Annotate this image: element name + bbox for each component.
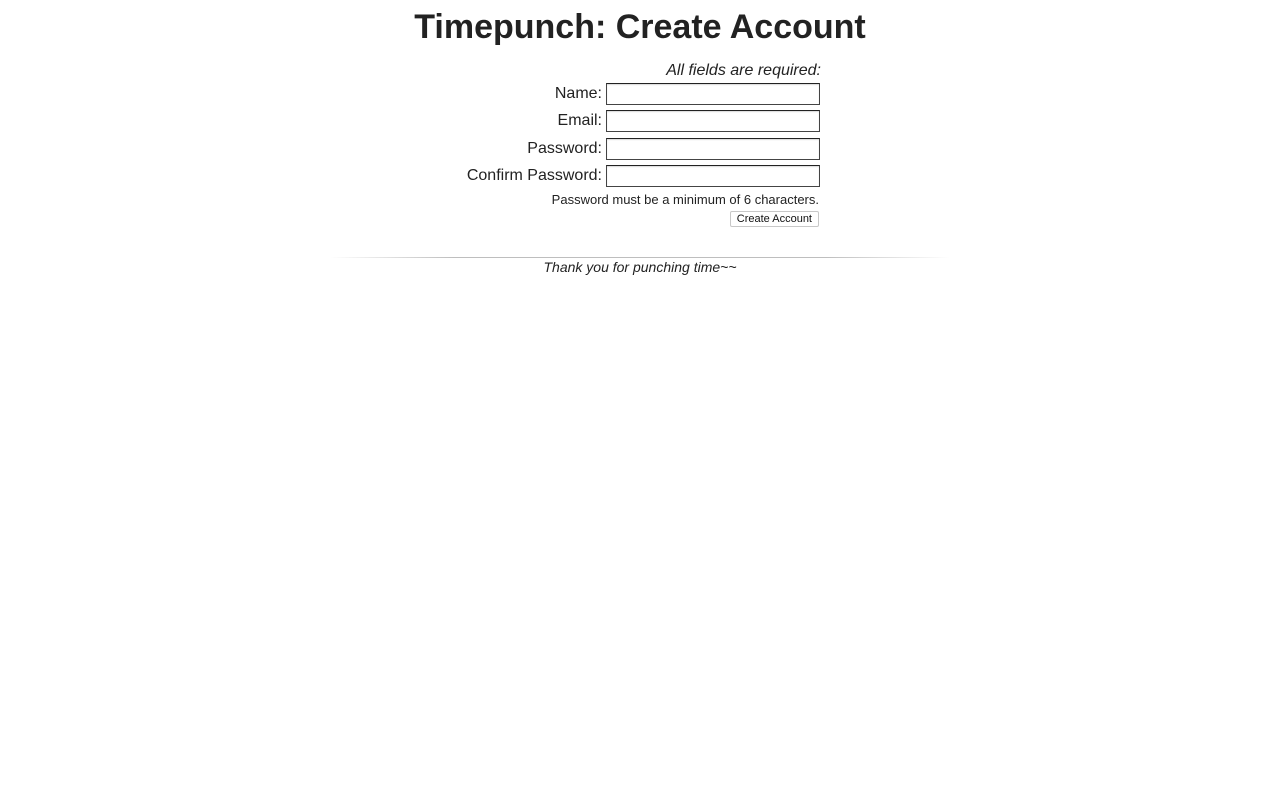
password-hint: Password must be a minimum of 6 characte…: [551, 192, 819, 207]
create-account-button[interactable]: Create Account: [729, 211, 819, 227]
submit-row: Create Account: [380, 209, 822, 227]
name-row: Name:: [380, 80, 822, 108]
email-field[interactable]: [606, 110, 820, 133]
name-field[interactable]: [606, 82, 820, 105]
footer-divider: [330, 257, 950, 258]
footer-message: Thank you for punching time~~: [543, 259, 737, 275]
password-field[interactable]: [606, 137, 820, 160]
confirm-password-row: Confirm Password:: [380, 163, 822, 191]
create-account-form: All fields are required: Name: Email: Pa…: [380, 60, 822, 227]
name-label: Name:: [554, 84, 602, 102]
email-label: Email:: [557, 112, 602, 130]
page-title: Timepunch: Create Account: [414, 8, 866, 46]
confirm-password-label: Confirm Password:: [466, 167, 602, 185]
confirm-password-field[interactable]: [606, 165, 820, 188]
required-fields-note: All fields are required:: [666, 62, 821, 79]
password-row: Password:: [380, 135, 822, 163]
password-label: Password:: [527, 139, 602, 157]
email-row: Email:: [380, 108, 822, 136]
